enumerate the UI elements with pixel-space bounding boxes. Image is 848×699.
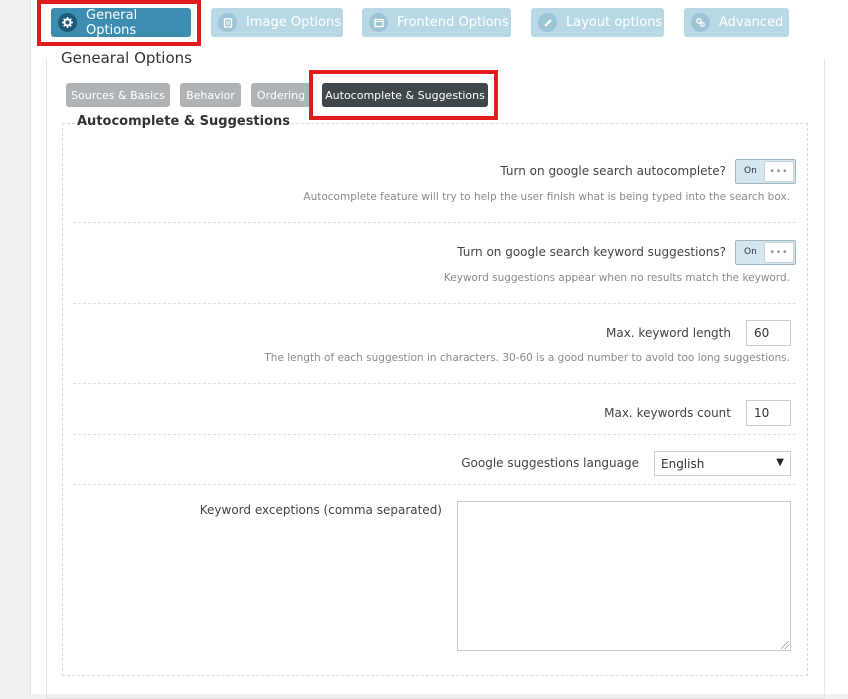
chevron-down-icon: ▼ — [776, 457, 784, 468]
subtab-ordering[interactable]: Ordering — [251, 83, 311, 107]
subtab-sources-basics[interactable]: Sources & Basics — [66, 83, 170, 107]
keyword-suggestions-hint: Keyword suggestions appear when no resul… — [443, 272, 790, 284]
autocomplete-label: Turn on google search autocomplete? — [500, 164, 726, 178]
max-keyword-length-hint: The length of each suggestion in charact… — [264, 352, 790, 364]
max-keywords-count-label: Max. keywords count — [604, 406, 731, 420]
keyword-exceptions-textarea[interactable] — [457, 501, 791, 651]
toggle-knob: ••• — [764, 242, 794, 263]
resize-handle-icon[interactable] — [781, 641, 789, 649]
toggle-knob: ••• — [764, 161, 794, 182]
pencil-icon — [538, 13, 557, 32]
keyword-suggestions-label: Turn on google search keyword suggestion… — [457, 245, 726, 259]
divider — [73, 484, 796, 485]
tab-frontend-options[interactable]: Frontend Options — [362, 8, 511, 37]
tab-advanced[interactable]: Advanced — [684, 8, 789, 37]
section-title: Genearal Options — [59, 49, 194, 67]
keyword-suggestions-toggle[interactable]: On ••• — [735, 240, 796, 265]
tab-label: Layout options — [566, 15, 663, 30]
subtab-behavior[interactable]: Behavior — [180, 83, 241, 107]
language-label: Google suggestions language — [461, 456, 639, 470]
gears-icon — [691, 13, 710, 32]
highlight-box-autocomplete — [309, 70, 498, 120]
tab-image-options[interactable]: Image Options — [211, 8, 343, 37]
toggle-state: On — [744, 166, 757, 176]
toggle-state: On — [744, 247, 757, 257]
divider — [73, 434, 796, 435]
tab-layout-options[interactable]: Layout options — [531, 8, 664, 37]
language-select[interactable]: English ▼ — [654, 451, 791, 476]
autocomplete-toggle[interactable]: On ••• — [735, 159, 796, 184]
max-keyword-length-input[interactable] — [746, 320, 791, 346]
highlight-box-general — [37, 0, 201, 46]
window-icon — [369, 13, 388, 32]
keyword-exceptions-label: Keyword exceptions (comma separated) — [199, 503, 442, 517]
language-selected: English — [661, 457, 705, 471]
image-icon — [218, 13, 237, 32]
max-keyword-length-label: Max. keyword length — [605, 326, 731, 340]
tab-label: Frontend Options — [397, 15, 509, 30]
panel-title: Autocomplete & Suggestions — [75, 114, 293, 129]
autocomplete-hint: Autocomplete feature will try to help th… — [303, 191, 790, 203]
tab-label: Image Options — [246, 15, 342, 30]
tab-label: Advanced — [719, 15, 784, 30]
max-keywords-count-input[interactable] — [746, 400, 791, 426]
divider — [73, 303, 796, 304]
divider — [73, 222, 796, 223]
divider — [73, 383, 796, 384]
